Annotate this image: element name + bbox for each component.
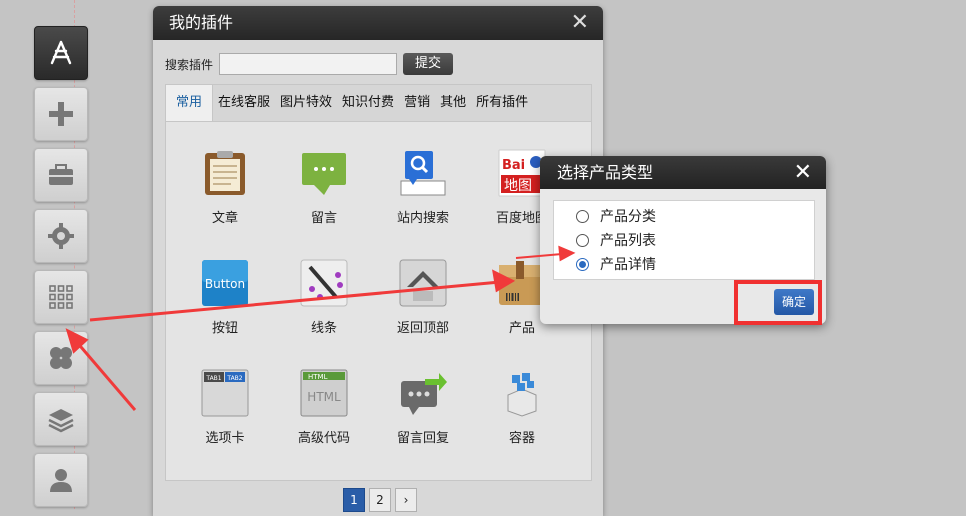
plugin-line[interactable]: 线条 xyxy=(274,259,374,336)
user-button[interactable] xyxy=(34,453,88,507)
toolbox-icon xyxy=(49,164,73,185)
tab-image-effects[interactable]: 图片特效 xyxy=(275,85,337,121)
next-page-button[interactable]: › xyxy=(395,488,417,512)
add-button[interactable] xyxy=(34,87,88,141)
plugins-button[interactable] xyxy=(34,331,88,385)
app-store-icon xyxy=(50,40,72,65)
button-icon-text: Button xyxy=(205,277,245,291)
baidu-map-text: 地图 xyxy=(504,178,532,194)
plugin-site-search[interactable]: 站内搜索 xyxy=(373,149,473,226)
radio-button-selected[interactable] xyxy=(576,257,589,271)
plugin-tab-card[interactable]: TAB1 TAB2 选项卡 xyxy=(175,369,275,446)
plugin-panel: 常用 在线客服 图片特效 知识付费 营销 其他 所有插件 文章 留言 站内搜索 … xyxy=(165,84,592,481)
line-pen-icon xyxy=(300,259,348,307)
plugin-label: 留言 xyxy=(310,211,337,226)
grid-icon xyxy=(49,285,73,309)
tab-paid-knowledge[interactable]: 知识付费 xyxy=(337,85,399,121)
plugin-label: 站内搜索 xyxy=(396,211,449,226)
tab-all-plugins[interactable]: 所有插件 xyxy=(471,85,533,121)
submit-button[interactable]: 提交 xyxy=(403,53,454,75)
page-2-button[interactable]: 2 xyxy=(369,488,391,512)
plugin-button[interactable]: Button 按钮 xyxy=(175,259,275,336)
plugin-label: 高级代码 xyxy=(297,431,350,446)
plugin-label: 容器 xyxy=(508,431,535,446)
plugin-label: 文章 xyxy=(211,211,238,226)
clover-icon xyxy=(50,347,72,369)
grid-button[interactable] xyxy=(34,270,88,324)
tab-online-service[interactable]: 在线客服 xyxy=(213,85,275,121)
option-label: 产品详情 xyxy=(600,257,656,273)
page-1-button[interactable]: 1 xyxy=(343,488,365,512)
dialog-titlebar: 我的插件 ✕ xyxy=(153,6,603,40)
modal-titlebar: 选择产品类型 ✕ xyxy=(540,156,826,189)
tab-other[interactable]: 其他 xyxy=(435,85,471,121)
tab-card-icon: TAB1 TAB2 xyxy=(201,369,249,417)
tab1-text: TAB1 xyxy=(205,375,221,382)
plugin-container[interactable]: 容器 xyxy=(472,369,572,446)
radio-button[interactable] xyxy=(576,209,589,223)
option-product-detail[interactable]: 产品详情 xyxy=(554,252,814,276)
plugin-back-to-top[interactable]: 返回顶部 xyxy=(373,259,473,336)
option-label: 产品列表 xyxy=(600,233,656,249)
html-big-text: HTML xyxy=(307,390,341,404)
app-store-button[interactable] xyxy=(34,26,88,80)
message-bubble-icon xyxy=(302,153,346,195)
product-box-icon xyxy=(499,261,545,305)
container-icon xyxy=(507,373,537,417)
product-type-options: 产品分类 产品列表 产品详情 xyxy=(553,200,815,280)
plugin-search-row: 搜索插件 提交 xyxy=(165,50,454,78)
tab-marketing[interactable]: 营销 xyxy=(399,85,435,121)
tab2-text: TAB2 xyxy=(226,375,242,382)
close-icon[interactable]: ✕ xyxy=(794,156,812,189)
plugin-message-reply[interactable]: 留言回复 xyxy=(373,369,473,446)
plus-icon xyxy=(49,102,73,126)
user-icon xyxy=(50,469,72,492)
radio-button[interactable] xyxy=(576,233,589,247)
plugin-label: 线条 xyxy=(310,321,337,336)
baidu-text: Bai xyxy=(502,158,525,173)
option-product-list[interactable]: 产品列表 xyxy=(554,228,814,252)
modal-title: 选择产品类型 xyxy=(557,163,654,182)
option-label: 产品分类 xyxy=(600,209,656,225)
search-icon xyxy=(400,151,446,196)
highlight-box xyxy=(734,280,822,325)
plugin-message[interactable]: 留言 xyxy=(274,149,374,226)
back-to-top-icon xyxy=(399,259,447,307)
plugin-html-code[interactable]: HTML HTML 高级代码 xyxy=(274,369,374,446)
plugin-label: 留言回复 xyxy=(396,431,449,446)
baidu-map-icon: Bai 地图 xyxy=(498,149,546,197)
plugin-label: 返回顶部 xyxy=(396,321,449,336)
plugin-label: 选项卡 xyxy=(205,431,245,446)
gear-icon xyxy=(48,223,74,249)
plugin-tabs: 常用 在线客服 图片特效 知识付费 营销 其他 所有插件 xyxy=(166,85,591,122)
option-product-category[interactable]: 产品分类 xyxy=(554,204,814,228)
plugin-label: 按钮 xyxy=(211,321,238,336)
toolbox-button[interactable] xyxy=(34,148,88,202)
html-small-text: HTML xyxy=(308,373,328,381)
pagination: 1 2 › xyxy=(343,488,417,512)
button-icon: Button xyxy=(202,260,248,306)
message-reply-icon xyxy=(401,373,447,415)
layers-button[interactable] xyxy=(34,392,88,446)
search-label: 搜索插件 xyxy=(165,57,214,72)
clipboard-icon xyxy=(205,151,245,195)
html-code-icon: HTML HTML xyxy=(300,369,348,417)
layers-icon xyxy=(48,409,74,433)
close-icon[interactable]: ✕ xyxy=(571,6,589,40)
plugin-article[interactable]: 文章 xyxy=(175,149,275,226)
dialog-title: 我的插件 xyxy=(169,13,234,32)
tab-common[interactable]: 常用 xyxy=(166,85,214,121)
plugin-search-input[interactable] xyxy=(219,53,398,75)
my-plugins-dialog: 我的插件 ✕ 搜索插件 提交 常用 在线客服 图片特效 知识付费 营销 其他 所… xyxy=(153,6,603,516)
settings-button[interactable] xyxy=(34,209,88,263)
